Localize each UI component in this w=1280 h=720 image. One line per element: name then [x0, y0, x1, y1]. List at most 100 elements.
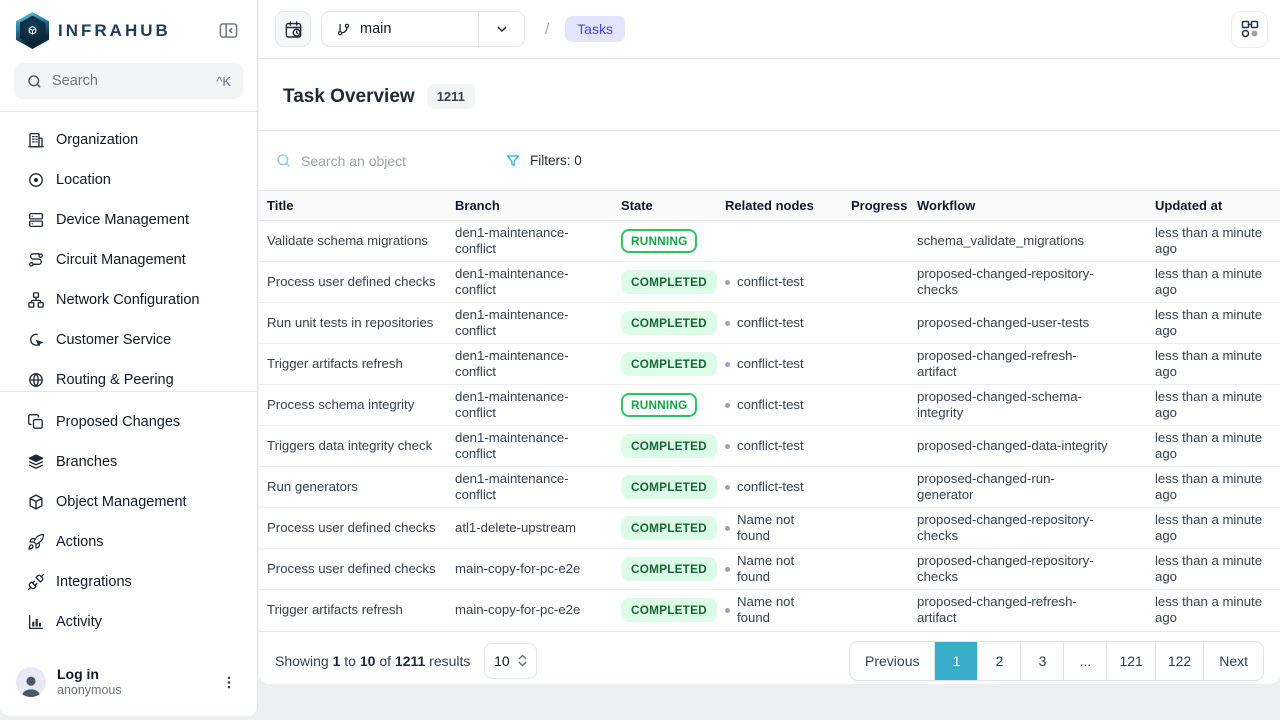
cell-title: Trigger artifacts refresh [259, 344, 447, 385]
sidebar-item-label: Object Management [56, 494, 187, 510]
cell-workflow: proposed-changed-repository-checks [909, 508, 1147, 549]
table-row[interactable]: Run generatorsden1-maintenance-conflictC… [259, 467, 1280, 508]
table-row[interactable]: Trigger artifacts refreshmain-copy-for-p… [259, 590, 1280, 631]
cell-branch: den1-maintenance-conflict [447, 467, 613, 508]
pagination-button-previous[interactable]: Previous [850, 642, 934, 680]
cell-branch: main-copy-for-pc-e2e [447, 590, 613, 631]
cell-title: Triggers data integrity check [259, 426, 447, 467]
cell-branch: den1-maintenance-conflict [447, 303, 613, 344]
table-row[interactable]: Triggers data integrity checkden1-mainte… [259, 426, 1280, 467]
cell-updated-at: less than a minute ago [1147, 385, 1280, 426]
column-progress[interactable]: Progress [843, 191, 909, 221]
calendar-clock-icon[interactable] [275, 11, 311, 47]
sidebar-search[interactable]: ^K [14, 63, 243, 99]
sidebar-item-label: Device Management [56, 212, 189, 228]
sidebar-item-object-management[interactable]: Object Management [0, 482, 257, 522]
sidebar-item-routing-peering[interactable]: Routing & Peering [0, 360, 257, 391]
sidebar-item-customer-service[interactable]: Customer Service [0, 320, 257, 360]
sidebar-search-input[interactable] [52, 73, 207, 89]
cell-related-nodes: conflict-test [717, 467, 843, 508]
infrahub-logo[interactable]: INFRAHUB [16, 12, 171, 49]
table-row[interactable]: Run unit tests in repositoriesden1-maint… [259, 303, 1280, 344]
sidebar-user[interactable]: Log in anonymous [0, 656, 257, 716]
sidebar-item-device-management[interactable]: Device Management [0, 200, 257, 240]
cell-progress [843, 549, 909, 590]
table-row[interactable]: Process user defined checksmain-copy-for… [259, 549, 1280, 590]
cell-related-nodes: conflict-test [717, 262, 843, 303]
related-node-label[interactable]: conflict-test [737, 438, 804, 454]
route-icon [27, 251, 45, 269]
branch-selector[interactable]: main [321, 11, 525, 47]
state-badge: RUNNING [621, 393, 697, 417]
chevron-down-icon[interactable] [478, 12, 524, 46]
related-node-label[interactable]: Name not found [737, 553, 813, 585]
table-row[interactable]: Process schema integrityden1-maintenance… [259, 385, 1280, 426]
cell-branch: den1-maintenance-conflict [447, 426, 613, 467]
server-icon [27, 211, 45, 229]
related-node-label[interactable]: Name not found [737, 594, 813, 626]
cell-branch: den1-maintenance-conflict [447, 262, 613, 303]
pagination-button-122[interactable]: 122 [1155, 642, 1203, 680]
column-title[interactable]: Title [259, 191, 447, 221]
pagination-button-121[interactable]: 121 [1106, 642, 1154, 680]
sidebar-section-2: Proposed ChangesBranches Object Managemen… [0, 392, 257, 642]
breadcrumb-tasks[interactable]: Tasks [565, 16, 625, 42]
cell-related-nodes: conflict-test [717, 426, 843, 467]
task-table-body: Validate schema migrationsden1-maintenan… [259, 221, 1280, 631]
sidebar-item-integrations[interactable]: Integrations [0, 562, 257, 602]
user-menu-icon[interactable] [217, 670, 241, 695]
related-node-label[interactable]: conflict-test [737, 274, 804, 290]
table-row[interactable]: Validate schema migrationsden1-maintenan… [259, 221, 1280, 262]
table-row[interactable]: Process user defined checksden1-maintena… [259, 262, 1280, 303]
node-dot-icon [725, 321, 730, 326]
git-branch-icon [336, 22, 351, 37]
state-badge: COMPLETED [621, 311, 717, 335]
related-node-label[interactable]: conflict-test [737, 356, 804, 372]
cell-state: COMPLETED [613, 508, 717, 549]
related-node-label[interactable]: conflict-test [737, 315, 804, 331]
sidebar-item-circuit-management[interactable]: Circuit Management [0, 240, 257, 280]
table-row[interactable]: Trigger artifacts refreshden1-maintenanc… [259, 344, 1280, 385]
cell-branch: den1-maintenance-conflict [447, 221, 613, 262]
node-dot-icon [725, 444, 730, 449]
state-badge: RUNNING [621, 229, 697, 253]
column-branch[interactable]: Branch [447, 191, 613, 221]
cell-progress [843, 426, 909, 467]
cell-state: COMPLETED [613, 426, 717, 467]
cell-progress [843, 344, 909, 385]
sidebar-item-branches[interactable]: Branches [0, 442, 257, 482]
related-node-label[interactable]: Name not found [737, 512, 813, 544]
chart-icon [27, 613, 45, 631]
pagination-button-1[interactable]: 1 [934, 642, 977, 680]
object-search-input[interactable] [301, 153, 491, 169]
column-workflow[interactable]: Workflow [909, 191, 1147, 221]
table-row[interactable]: Process user defined checksatl1-delete-u… [259, 508, 1280, 549]
cell-updated-at: less than a minute ago [1147, 549, 1280, 590]
object-search[interactable] [275, 152, 491, 169]
page-size-select[interactable]: 10 [484, 643, 537, 679]
cell-progress [843, 385, 909, 426]
column-updated-at[interactable]: Updated at [1147, 191, 1280, 221]
components-icon[interactable] [1231, 11, 1268, 48]
column-state[interactable]: State [613, 191, 717, 221]
sidebar-item-network-configuration[interactable]: Network Configuration [0, 280, 257, 320]
cell-workflow: proposed-changed-refresh-artifact [909, 344, 1147, 385]
branch-name: main [360, 21, 391, 37]
cell-state: COMPLETED [613, 590, 717, 631]
related-node-label[interactable]: conflict-test [737, 397, 804, 413]
pagination-button-next[interactable]: Next [1203, 642, 1263, 680]
sidebar-collapse-icon[interactable] [216, 18, 241, 43]
avatar [16, 667, 46, 697]
filters-button[interactable]: Filters: 0 [505, 153, 582, 169]
sidebar-item-location[interactable]: Location [0, 160, 257, 200]
pagination-button-ellipsis[interactable]: ... [1063, 642, 1106, 680]
related-node-label[interactable]: conflict-test [737, 479, 804, 495]
sidebar-item-actions[interactable]: Actions [0, 522, 257, 562]
pagination-button-3[interactable]: 3 [1020, 642, 1063, 680]
cell-workflow: proposed-changed-data-integrity [909, 426, 1147, 467]
sidebar-item-proposed-changes[interactable]: Proposed Changes [0, 402, 257, 442]
sidebar-item-organization[interactable]: Organization [0, 120, 257, 160]
column-related-nodes[interactable]: Related nodes [717, 191, 843, 221]
pagination-button-2[interactable]: 2 [977, 642, 1020, 680]
sidebar-item-activity[interactable]: Activity [0, 602, 257, 642]
